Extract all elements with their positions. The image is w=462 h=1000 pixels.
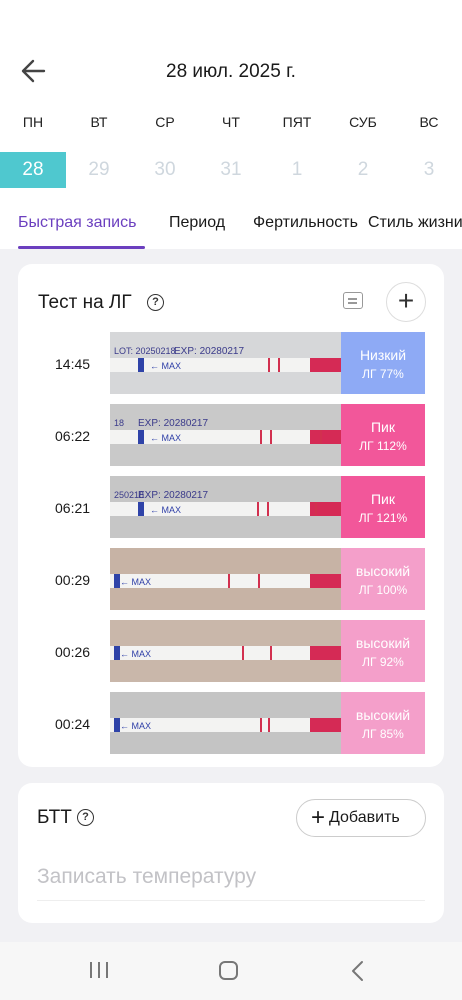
svg-text:← MAX: ← MAX [120,649,151,659]
day-cell[interactable]: 3 [396,152,462,188]
svg-text:18: 18 [114,418,124,428]
lh-value-label: ЛГ 92% [362,655,404,669]
day-cell[interactable]: 1 [264,152,330,188]
lh-test-card: Тест на ЛГ ? + 14:45 LOT: 20250218 EXP: 2… [18,264,444,767]
lh-level-badge[interactable]: Низкий ЛГ 77% [341,332,425,394]
svg-text:EXP: 20280217: EXP: 20280217 [174,346,244,357]
lh-strip-photo[interactable]: LOT: 20250218 EXP: 20280217 ← MAX [110,332,341,394]
home-icon[interactable] [219,961,238,980]
svg-text:← MAX: ← MAX [120,721,151,731]
lh-strip-photo[interactable]: ← MAX [110,692,341,754]
svg-text:← MAX: ← MAX [150,361,181,371]
btt-card-title: БТТ [37,807,72,828]
lh-record-time: 00:29 [55,572,91,588]
svg-text:EXP: 20280217: EXP: 20280217 [138,490,208,501]
lh-level-label: высокий [355,563,411,579]
lh-level-badge[interactable]: высокий ЛГ 85% [341,692,425,754]
page-title[interactable]: 28 июл. 2025 г. [0,61,462,83]
weekday-label: СР [155,114,175,130]
weekday-label: ВТ [90,114,108,130]
lh-level-badge[interactable]: высокий ЛГ 100% [341,548,425,610]
day-cell[interactable]: 31 [198,152,264,188]
weekday-label: СУБ [349,114,377,130]
lh-record-time: 00:26 [55,644,91,660]
list-icon[interactable] [343,292,363,309]
tab-fertility[interactable]: Фертильность [253,214,358,232]
weekday-label: ПЯТ [282,114,312,130]
tab-quick-record[interactable]: Быстрая запись [18,214,136,232]
lh-record-time: 00:24 [55,716,91,732]
day-cell[interactable]: 29 [66,152,132,188]
lh-value-label: ЛГ 77% [362,367,404,381]
tab-bar: Быстрая запись Период Фертильность Стиль… [0,203,462,249]
lh-level-badge[interactable]: Пик ЛГ 112% [341,404,425,466]
svg-text:← MAX: ← MAX [150,505,181,515]
lh-strip-photo[interactable]: 18 EXP: 20280217 ← MAX [110,404,341,466]
weekday-label: ПН [22,114,44,130]
lh-level-label: Пик [370,491,395,507]
help-icon[interactable]: ? [147,294,164,311]
lh-record-time: 06:21 [55,500,91,516]
help-icon[interactable]: ? [77,809,94,826]
btt-card: БТТ ? + Добавить [18,783,444,923]
day-cell[interactable]: 30 [132,152,198,188]
lh-card-title: Тест на ЛГ [38,292,132,313]
lh-record-time: 06:22 [55,428,91,444]
tab-period[interactable]: Период [169,214,225,232]
lh-level-label: высокий [355,635,411,651]
top-bar: 28 июл. 2025 г. [0,0,462,105]
recents-icon[interactable] [90,962,108,978]
tab-lifestyle[interactable]: Стиль жизни [368,214,462,232]
lh-value-label: ЛГ 85% [362,727,404,741]
lh-value-label: ЛГ 121% [358,511,408,525]
lh-strip-photo[interactable]: ← MAX [110,548,341,610]
add-temperature-button[interactable]: + Добавить [296,799,426,837]
lh-value-label: ЛГ 100% [358,583,408,597]
day-row: 28 29 30 31 1 2 3 [0,152,462,188]
system-back-icon[interactable] [350,960,364,982]
system-nav-bar [0,942,462,1000]
weekday-row: ПН ВТ СР ЧТ ПЯТ СУБ ВС [0,114,462,134]
weekday-label: ВС [419,114,439,130]
temperature-input[interactable] [37,853,425,901]
lh-level-label: высокий [355,707,411,723]
lh-level-label: Пик [370,419,395,435]
lh-level-badge[interactable]: высокий ЛГ 92% [341,620,425,682]
add-button-label: Добавить [329,809,400,826]
plus-icon: + [311,804,326,831]
svg-text:← MAX: ← MAX [120,577,151,587]
weekday-label: ЧТ [222,114,240,130]
lh-strip-photo[interactable]: 250218 EXP: 20280217 ← MAX [110,476,341,538]
svg-text:LOT: 20250218: LOT: 20250218 [114,346,176,356]
add-lh-button[interactable]: + [386,282,426,322]
svg-text:EXP: 20280217: EXP: 20280217 [138,418,208,429]
lh-strip-photo[interactable]: ← MAX [110,620,341,682]
svg-text:← MAX: ← MAX [150,433,181,443]
lh-level-badge[interactable]: Пик ЛГ 121% [341,476,425,538]
lh-record-time: 14:45 [55,356,91,372]
lh-value-label: ЛГ 112% [359,439,407,453]
day-cell[interactable]: 2 [330,152,396,188]
lh-level-label: Низкий [359,347,407,363]
day-selected[interactable]: 28 [0,152,66,188]
